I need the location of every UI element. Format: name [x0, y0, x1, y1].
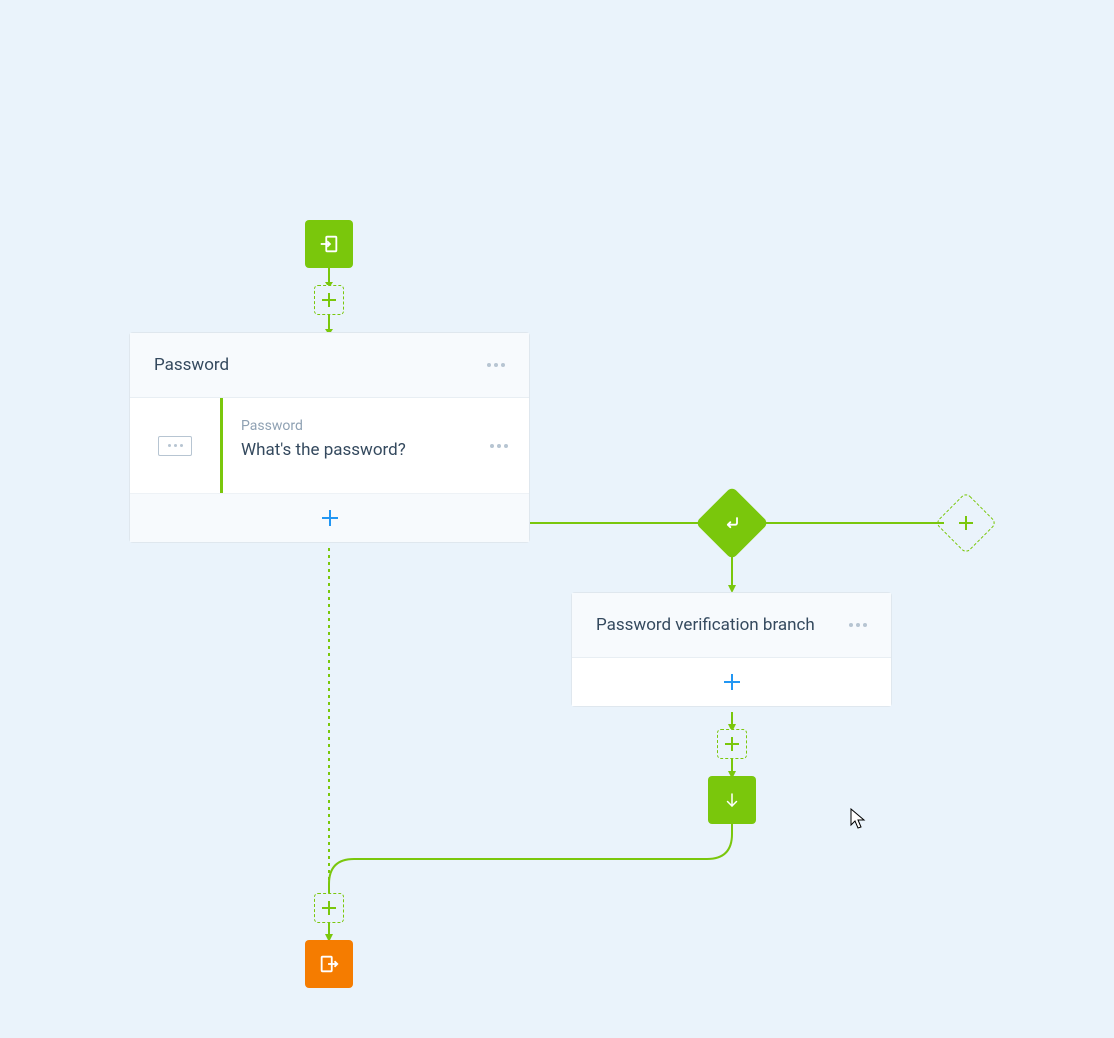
card-add-step[interactable]: [130, 494, 529, 542]
plus-icon: [959, 516, 973, 530]
plus-icon: [322, 901, 336, 915]
card-menu-button[interactable]: [849, 623, 867, 627]
row-title: What's the password?: [241, 440, 447, 460]
card-add-step[interactable]: [572, 658, 891, 706]
plus-icon: [724, 674, 740, 690]
card-header[interactable]: Password verification branch: [572, 593, 891, 658]
add-branch-diamond[interactable]: [935, 492, 997, 554]
card-title: Password: [154, 355, 229, 375]
card-row[interactable]: Password What's the password?: [130, 398, 529, 494]
return-icon: [722, 513, 742, 533]
card-title: Password verification branch: [596, 615, 815, 635]
arrow-down-icon: [723, 791, 741, 809]
add-step-button[interactable]: [717, 729, 747, 759]
flow-canvas[interactable]: Password Password What's the password?: [0, 0, 1114, 1038]
password-field-icon: [158, 436, 192, 456]
password-card[interactable]: Password Password What's the password?: [129, 332, 530, 543]
continue-node[interactable]: [708, 776, 756, 824]
verification-branch-card[interactable]: Password verification branch: [571, 592, 892, 707]
exit-icon: [318, 953, 340, 975]
plus-icon: [725, 737, 739, 751]
row-icon-cell: [130, 398, 220, 493]
decision-node[interactable]: [695, 486, 769, 560]
plus-icon: [322, 510, 338, 526]
enter-icon: [318, 233, 340, 255]
add-step-button[interactable]: [314, 893, 344, 923]
card-header[interactable]: Password: [130, 333, 529, 398]
row-kicker: Password: [241, 418, 447, 434]
start-node[interactable]: [305, 220, 353, 268]
end-node[interactable]: [305, 940, 353, 988]
mouse-cursor: [850, 808, 866, 834]
plus-icon: [322, 293, 336, 307]
row-menu-button[interactable]: [490, 444, 508, 448]
card-menu-button[interactable]: [487, 363, 505, 367]
add-step-button[interactable]: [314, 285, 344, 315]
